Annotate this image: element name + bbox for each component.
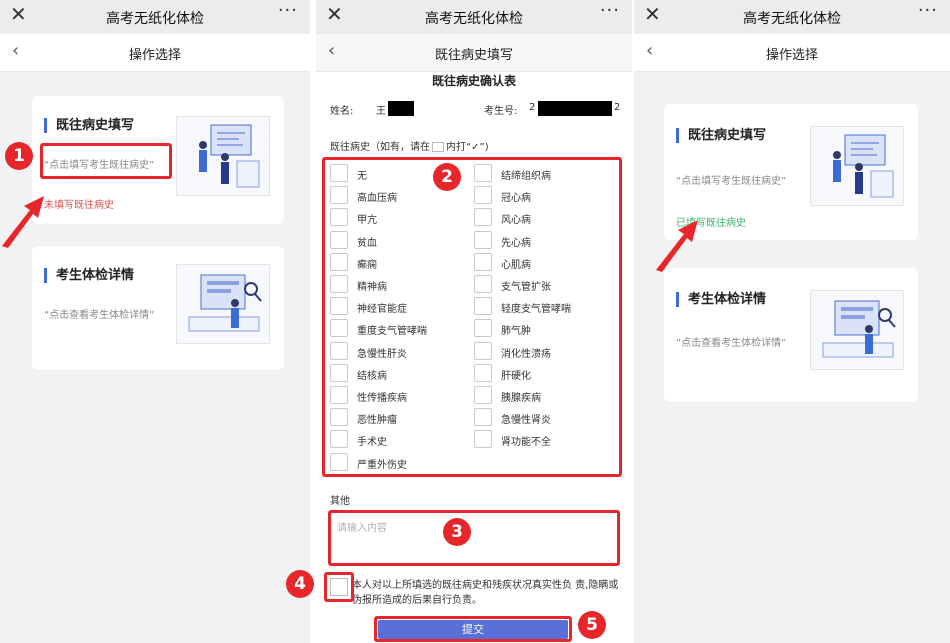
form-title: 既往病史确认表 bbox=[431, 74, 516, 88]
other-label: 其他 bbox=[330, 496, 350, 507]
screen-operation-select-after: ✕ 高考无纸化体检 ··· ‹ 操作选择 既往病史填写 “点击填写考生既往病史”… bbox=[634, 0, 950, 643]
history-card-hint[interactable]: “点击填写考生既往病史” bbox=[676, 172, 786, 187]
exam-number-prefix: 2 bbox=[529, 102, 536, 113]
step-badge-5: 5 bbox=[578, 611, 606, 639]
step-badge-4: 4 bbox=[286, 570, 314, 598]
window-title: 高考无纸化体检 bbox=[106, 11, 204, 27]
history-instruction: 既往病史（如有，请在 内打“✓”) bbox=[330, 138, 489, 153]
exam-number-redaction bbox=[538, 101, 612, 116]
exam-detail-card[interactable]: 考生体检详情 “点击查看考生体检详情” bbox=[32, 246, 284, 370]
nav-bar: ‹ 操作选择 bbox=[0, 34, 310, 72]
history-card-title: 既往病史填写 bbox=[44, 118, 134, 133]
name-value: 王 bbox=[376, 106, 386, 117]
window-title: 高考无纸化体检 bbox=[425, 11, 523, 27]
exam-detail-card[interactable]: 考生体检详情 “点击查看考生体检详情” bbox=[664, 268, 918, 402]
exam-illustration bbox=[810, 290, 904, 370]
history-instruction-a: 既往病史（如有，请在 bbox=[330, 142, 430, 153]
highlight-submit-button bbox=[374, 616, 572, 642]
arrow-icon-step1-status bbox=[2, 196, 44, 248]
highlight-agreement-checkbox bbox=[324, 572, 354, 602]
history-instruction-b: 内打“✓”) bbox=[446, 142, 489, 153]
page-title: 既往病史填写 bbox=[434, 48, 513, 63]
history-status-unfilled: 未填写既往病史 bbox=[44, 200, 114, 211]
step-badge-1: 1 bbox=[5, 142, 33, 170]
window-title: 高考无纸化体检 bbox=[743, 11, 841, 27]
arrow-icon-status-filled bbox=[656, 220, 698, 272]
exam-card-hint[interactable]: “点击查看考生体检详情” bbox=[676, 334, 786, 349]
highlight-other-input bbox=[328, 510, 620, 566]
highlight-history-options bbox=[322, 157, 622, 477]
inline-checkbox-icon bbox=[432, 142, 444, 152]
title-bar: ✕ 高考无纸化体检 ··· bbox=[316, 0, 632, 34]
nav-bar: ‹ 操作选择 bbox=[634, 34, 950, 72]
title-bar: ✕ 高考无纸化体检 ··· bbox=[634, 0, 950, 34]
history-card-title: 既往病史填写 bbox=[676, 128, 766, 143]
name-label: 姓名: bbox=[330, 106, 354, 117]
exam-card-title: 考生体检详情 bbox=[676, 292, 766, 307]
exam-number-label: 考生号: bbox=[484, 106, 518, 117]
title-bar: ✕ 高考无纸化体检 ··· bbox=[0, 0, 310, 34]
exam-card-hint[interactable]: “点击查看考生体检详情” bbox=[44, 306, 154, 321]
tutorial-stage: ✕ 高考无纸化体检 ··· ‹ 操作选择 既往病史填写 “点击填写考生既往病史”… bbox=[0, 0, 950, 643]
exam-number-suffix: 2 bbox=[614, 102, 621, 113]
step-badge-2: 2 bbox=[433, 163, 461, 191]
more-icon[interactable]: ··· bbox=[918, 0, 938, 21]
highlight-history-hint bbox=[40, 143, 172, 179]
more-icon[interactable]: ··· bbox=[278, 0, 298, 21]
step-badge-3: 3 bbox=[443, 518, 471, 546]
page-title: 操作选择 bbox=[128, 48, 181, 63]
more-icon[interactable]: ··· bbox=[600, 0, 620, 21]
screen-operation-select-before: ✕ 高考无纸化体检 ··· ‹ 操作选择 既往病史填写 “点击填写考生既往病史”… bbox=[0, 0, 310, 643]
exam-card-title: 考生体检详情 bbox=[44, 268, 134, 283]
page-title: 操作选择 bbox=[765, 48, 818, 63]
exam-illustration bbox=[176, 264, 270, 344]
history-illustration bbox=[176, 116, 270, 196]
nav-bar: ‹ 既往病史填写 bbox=[316, 34, 632, 72]
agreement-text: 本人对以上所填选的既往病史和残疾状况真实性负 责,隐瞒或伪报所造成的后果自行负责… bbox=[352, 580, 619, 606]
history-illustration bbox=[810, 126, 904, 206]
name-redaction bbox=[388, 101, 414, 116]
